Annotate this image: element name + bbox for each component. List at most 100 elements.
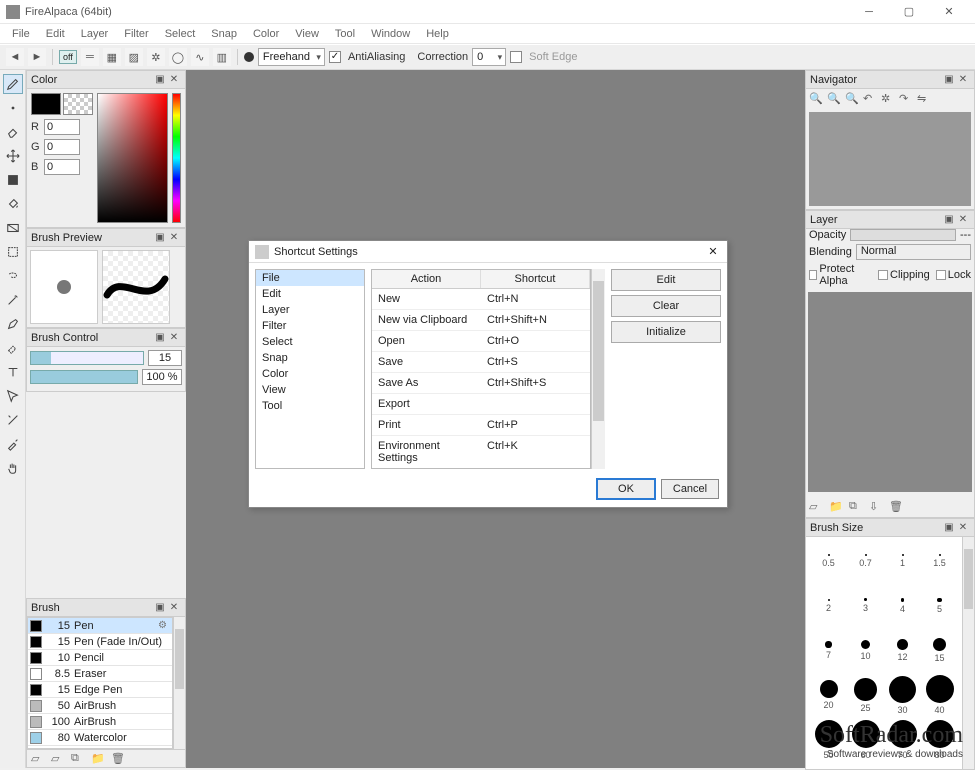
size-cell[interactable]: 40 xyxy=(921,675,958,715)
size-cell[interactable]: 20 xyxy=(810,675,847,715)
brush-row[interactable]: 15Pen⚙ xyxy=(28,618,172,634)
gear-icon[interactable]: ⚙ xyxy=(158,620,170,631)
merge-layer-icon[interactable]: ⇩ xyxy=(869,500,883,514)
layer-opacity-slider[interactable] xyxy=(850,229,956,241)
category-item[interactable]: Color xyxy=(256,366,364,382)
category-item[interactable]: Tool xyxy=(256,398,364,414)
new-folder-icon[interactable]: 📁 xyxy=(829,500,843,514)
zoom-out-icon[interactable]: 🔍 xyxy=(827,92,841,106)
brush-row[interactable]: 80Blur xyxy=(28,746,172,749)
snap-circle-icon[interactable]: ◯ xyxy=(169,48,187,66)
zoom-in-icon[interactable]: 🔍 xyxy=(809,92,823,106)
menu-select[interactable]: Select xyxy=(157,26,204,42)
foreground-swatch[interactable] xyxy=(31,93,61,115)
navigator-view[interactable] xyxy=(809,112,971,206)
size-cell[interactable]: 80 xyxy=(921,720,958,760)
lasso-tool[interactable] xyxy=(3,266,23,286)
close-icon[interactable]: ✕ xyxy=(167,73,181,87)
category-list[interactable]: FileEditLayerFilterSelectSnapColorViewTo… xyxy=(255,269,365,469)
undock-icon[interactable]: ▣ xyxy=(153,601,167,615)
bucket-tool[interactable] xyxy=(3,194,23,214)
menu-tool[interactable]: Tool xyxy=(327,26,363,42)
wand-tool[interactable] xyxy=(3,290,23,310)
fill-tool[interactable] xyxy=(3,170,23,190)
dialog-close-icon[interactable]: ✕ xyxy=(705,245,721,258)
category-item[interactable]: View xyxy=(256,382,364,398)
maximize-button[interactable]: ▢ xyxy=(889,0,929,24)
r-input[interactable] xyxy=(44,119,80,135)
brush-tool[interactable] xyxy=(3,74,23,94)
eraser-tool[interactable] xyxy=(3,122,23,142)
rotate-left-icon[interactable]: ↶ xyxy=(863,92,877,106)
selectpen-tool[interactable] xyxy=(3,314,23,334)
background-swatch[interactable] xyxy=(63,93,93,115)
clear-button[interactable]: Clear xyxy=(611,295,721,317)
flip-icon[interactable]: ⇋ xyxy=(917,92,931,106)
size-cell[interactable]: 3 xyxy=(847,586,884,626)
folder-icon[interactable]: 📁 xyxy=(91,752,105,766)
size-cell[interactable]: 60 xyxy=(847,720,884,760)
brush-row[interactable]: 15Edge Pen xyxy=(28,682,172,698)
delete-layer-icon[interactable]: 🗑 xyxy=(889,500,903,514)
menu-filter[interactable]: Filter xyxy=(116,26,156,42)
undock-icon[interactable]: ▣ xyxy=(153,231,167,245)
size-cell[interactable]: 25 xyxy=(847,675,884,715)
duplicate-brush-icon[interactable]: ⧉ xyxy=(71,752,85,766)
shortcut-row[interactable]: Export xyxy=(372,394,590,415)
menu-help[interactable]: Help xyxy=(418,26,457,42)
object-tool[interactable] xyxy=(3,386,23,406)
brush-tip-icon[interactable] xyxy=(244,52,254,62)
redo-icon[interactable]: ► xyxy=(28,48,46,66)
hue-slider[interactable] xyxy=(172,93,181,223)
shortcut-row[interactable]: OpenCtrl+O xyxy=(372,331,590,352)
size-cell[interactable]: 50 xyxy=(810,720,847,760)
size-cell[interactable]: 2 xyxy=(810,586,847,626)
snap-vanish-icon[interactable]: ▨ xyxy=(125,48,143,66)
selecterase-tool[interactable] xyxy=(3,338,23,358)
text-tool[interactable] xyxy=(3,362,23,382)
edit-button[interactable]: Edit xyxy=(611,269,721,291)
scrollbar[interactable] xyxy=(962,537,974,769)
category-item[interactable]: Edit xyxy=(256,286,364,302)
eyedropper-tool[interactable] xyxy=(3,434,23,454)
close-icon[interactable]: ✕ xyxy=(167,601,181,615)
shortcut-row[interactable]: SaveCtrl+S xyxy=(372,352,590,373)
undock-icon[interactable]: ▣ xyxy=(942,213,956,227)
gradient-tool[interactable] xyxy=(3,218,23,238)
undock-icon[interactable]: ▣ xyxy=(153,73,167,87)
close-button[interactable]: ✕ xyxy=(929,0,969,24)
add-brush-icon[interactable]: ▱ xyxy=(31,752,45,766)
brush-row[interactable]: 10Pencil xyxy=(28,650,172,666)
close-icon[interactable]: ✕ xyxy=(167,331,181,345)
close-icon[interactable]: ✕ xyxy=(167,231,181,245)
shortcut-row[interactable]: Environment SettingsCtrl+K xyxy=(372,436,590,468)
brush-row[interactable]: 50AirBrush xyxy=(28,698,172,714)
size-cell[interactable]: 10 xyxy=(847,631,884,671)
brush-row[interactable]: 100AirBrush xyxy=(28,714,172,730)
size-cell[interactable]: 0.5 xyxy=(810,541,847,581)
rotate-right-icon[interactable]: ↷ xyxy=(899,92,913,106)
lock-checkbox[interactable]: Lock xyxy=(936,263,971,287)
close-icon[interactable]: ✕ xyxy=(956,73,970,87)
snap-radial-icon[interactable]: ✲ xyxy=(147,48,165,66)
close-icon[interactable]: ✕ xyxy=(956,213,970,227)
size-slider[interactable] xyxy=(30,351,144,365)
new-layer-icon[interactable]: ▱ xyxy=(809,500,823,514)
brush-row[interactable]: 80Watercolor xyxy=(28,730,172,746)
correction-select[interactable]: 0 xyxy=(472,48,506,66)
undo-icon[interactable]: ◄ xyxy=(6,48,24,66)
scrollbar[interactable] xyxy=(173,617,185,749)
size-cell[interactable]: 1.5 xyxy=(921,541,958,581)
menu-color[interactable]: Color xyxy=(245,26,287,42)
menu-window[interactable]: Window xyxy=(363,26,418,42)
category-item[interactable]: File xyxy=(256,270,364,286)
stroke-mode-select[interactable]: Freehand xyxy=(258,48,325,66)
size-cell[interactable]: 0.7 xyxy=(847,541,884,581)
category-item[interactable]: Layer xyxy=(256,302,364,318)
hand-tool[interactable] xyxy=(3,458,23,478)
add-brush2-icon[interactable]: ▱ xyxy=(51,752,65,766)
duplicate-layer-icon[interactable]: ⧉ xyxy=(849,500,863,514)
size-cell[interactable]: 1 xyxy=(884,541,921,581)
snap-settings-icon[interactable]: ▥ xyxy=(213,48,231,66)
softedge-checkbox[interactable] xyxy=(510,51,522,63)
